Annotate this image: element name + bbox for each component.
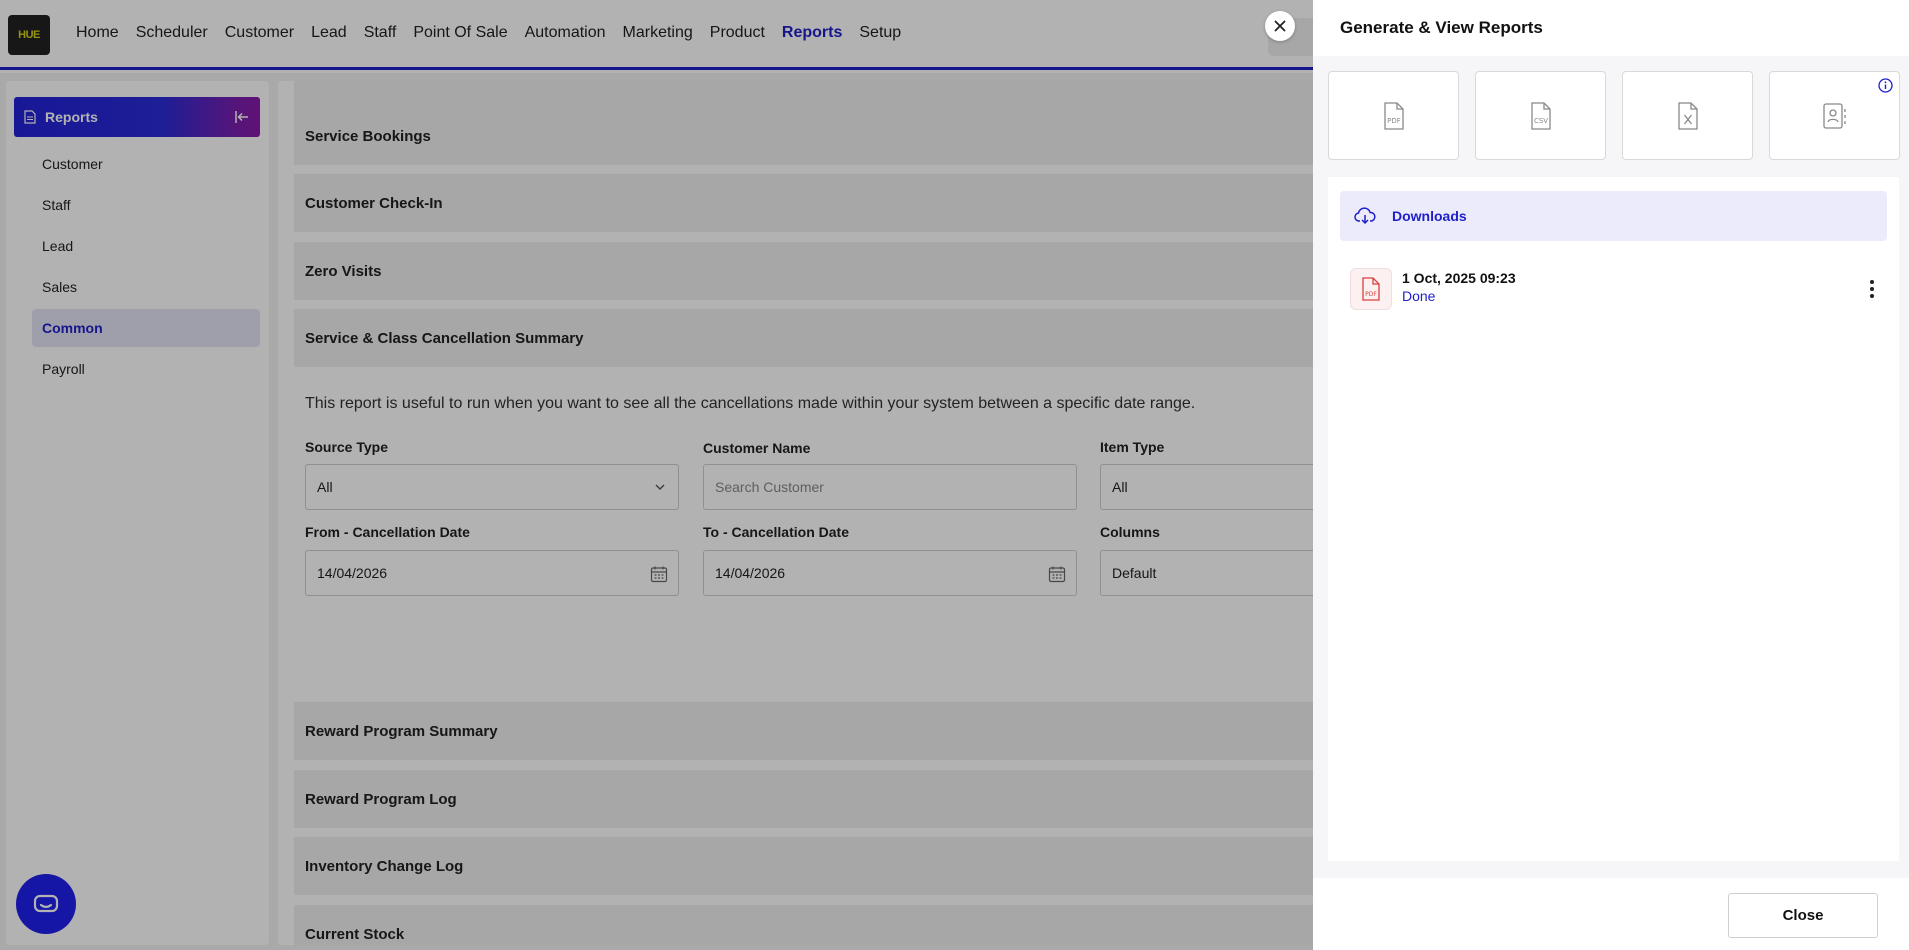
pdf-file-icon: PDF (1383, 101, 1404, 130)
excel-file-icon (1677, 101, 1698, 130)
cloud-download-icon (1354, 207, 1376, 225)
modal-backdrop[interactable] (0, 0, 1313, 950)
close-panel-button[interactable] (1265, 11, 1295, 41)
panel-title: Generate & View Reports (1340, 18, 1543, 37)
svg-text:CSV: CSV (1533, 117, 1547, 125)
pdf-file-icon: PDF (1350, 268, 1392, 310)
download-status: Done (1402, 288, 1436, 304)
download-item[interactable]: PDF 1 Oct, 2025 09:23 Done (1350, 268, 1880, 312)
downloads-title: Downloads (1392, 208, 1467, 224)
close-icon (1274, 20, 1286, 32)
more-options-icon[interactable] (1864, 278, 1880, 300)
svg-text:PDF: PDF (1387, 117, 1401, 125)
panel-header: Generate & View Reports (1313, 0, 1909, 56)
downloads-section: Downloads PDF 1 Oct, 2025 09:23 Done (1328, 177, 1899, 861)
svg-text:PDF: PDF (1365, 291, 1377, 298)
export-csv-card[interactable]: CSV (1475, 71, 1606, 160)
download-timestamp: 1 Oct, 2025 09:23 (1402, 270, 1516, 286)
info-icon[interactable] (1878, 78, 1893, 93)
export-excel-card[interactable] (1622, 71, 1753, 160)
downloads-header: Downloads (1340, 191, 1887, 241)
panel-footer: Close (1313, 878, 1909, 950)
export-contact-card[interactable] (1769, 71, 1900, 160)
contact-book-icon (1822, 102, 1846, 129)
close-button[interactable]: Close (1728, 893, 1878, 938)
export-pdf-card[interactable]: PDF (1328, 71, 1459, 160)
generate-reports-panel: Generate & View Reports PDF CSV Download… (1313, 0, 1909, 950)
csv-file-icon: CSV (1530, 101, 1551, 130)
